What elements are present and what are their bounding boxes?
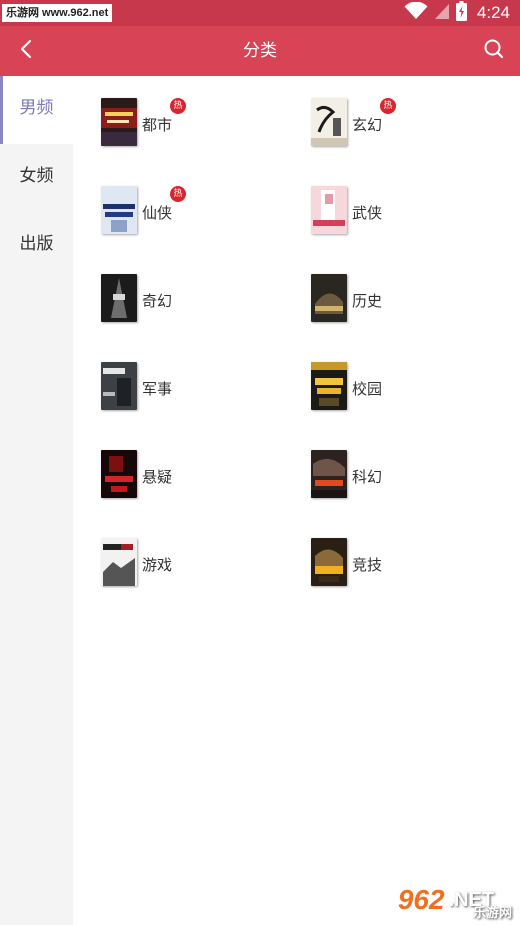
category-label: 仙侠 bbox=[142, 204, 173, 222]
watermark-number: 962 bbox=[397, 884, 445, 915]
book-cover-image bbox=[311, 186, 347, 234]
book-cover-image bbox=[101, 98, 137, 146]
wifi-icon bbox=[404, 1, 428, 24]
category-sidebar: 男频 女频 出版 bbox=[0, 76, 73, 925]
category-label: 军事 bbox=[142, 380, 173, 398]
category-label: 科幻 bbox=[352, 468, 383, 486]
sidebar-item-publish[interactable]: 出版 bbox=[0, 212, 73, 280]
category-item[interactable]: 科幻 bbox=[283, 428, 483, 498]
category-label: 奇幻 bbox=[142, 292, 173, 310]
status-icons: 4:24 bbox=[404, 1, 510, 25]
category-item[interactable]: 校园 bbox=[283, 340, 483, 410]
search-button[interactable] bbox=[476, 33, 512, 69]
signal-icon bbox=[434, 2, 450, 24]
category-label: 悬疑 bbox=[142, 468, 173, 486]
category-item[interactable]: 奇幻 bbox=[73, 252, 273, 322]
category-item[interactable]: 游戏 bbox=[73, 516, 273, 586]
watermark-text: 乐游网 www.962.net bbox=[2, 4, 113, 22]
page-title: 分类 bbox=[243, 41, 277, 61]
book-cover-image bbox=[101, 362, 137, 410]
category-label: 都市 bbox=[142, 116, 173, 134]
watermark-logo: 962 .NET 乐游网 bbox=[380, 881, 512, 920]
sidebar-item-male[interactable]: 男频 bbox=[0, 76, 73, 144]
book-cover-image bbox=[311, 98, 347, 146]
book-cover-image bbox=[311, 538, 347, 586]
category-label: 竞技 bbox=[352, 556, 383, 574]
app-bar: 分类 bbox=[0, 26, 520, 76]
status-bar: 乐游网 www.962.net 4:24 bbox=[0, 0, 520, 26]
book-cover-image bbox=[311, 274, 347, 322]
hot-badge: 热 bbox=[170, 98, 186, 114]
sidebar-item-female[interactable]: 女频 bbox=[0, 144, 73, 212]
book-cover-image bbox=[101, 450, 137, 498]
book-cover-image bbox=[311, 450, 347, 498]
hot-badge: 热 bbox=[170, 186, 186, 202]
category-item[interactable]: 军事 bbox=[73, 340, 273, 410]
book-cover-image bbox=[311, 362, 347, 410]
category-label: 校园 bbox=[352, 380, 383, 398]
category-item[interactable]: 武侠 bbox=[283, 164, 483, 234]
watermark-cn: 乐游网 bbox=[472, 905, 512, 920]
hot-badge: 热 bbox=[380, 98, 396, 114]
category-item[interactable]: 悬疑 bbox=[73, 428, 273, 498]
category-label: 武侠 bbox=[352, 204, 383, 222]
category-item[interactable]: 玄幻 热 bbox=[283, 76, 483, 146]
book-cover-image bbox=[101, 538, 137, 586]
status-time: 4:24 bbox=[476, 3, 510, 22]
category-item[interactable]: 都市 热 bbox=[73, 76, 273, 146]
category-label: 游戏 bbox=[142, 556, 173, 574]
category-label: 玄幻 bbox=[352, 116, 383, 134]
search-icon bbox=[483, 38, 505, 64]
category-item[interactable]: 竞技 bbox=[283, 516, 483, 586]
book-cover-image bbox=[101, 274, 137, 322]
category-label: 历史 bbox=[352, 292, 383, 310]
back-button[interactable] bbox=[8, 33, 44, 69]
category-item[interactable]: 历史 bbox=[283, 252, 483, 322]
category-item[interactable]: 仙侠 热 bbox=[73, 164, 273, 234]
battery-charging-icon bbox=[455, 1, 467, 25]
chevron-left-icon bbox=[19, 39, 33, 63]
book-cover-image bbox=[101, 186, 137, 234]
